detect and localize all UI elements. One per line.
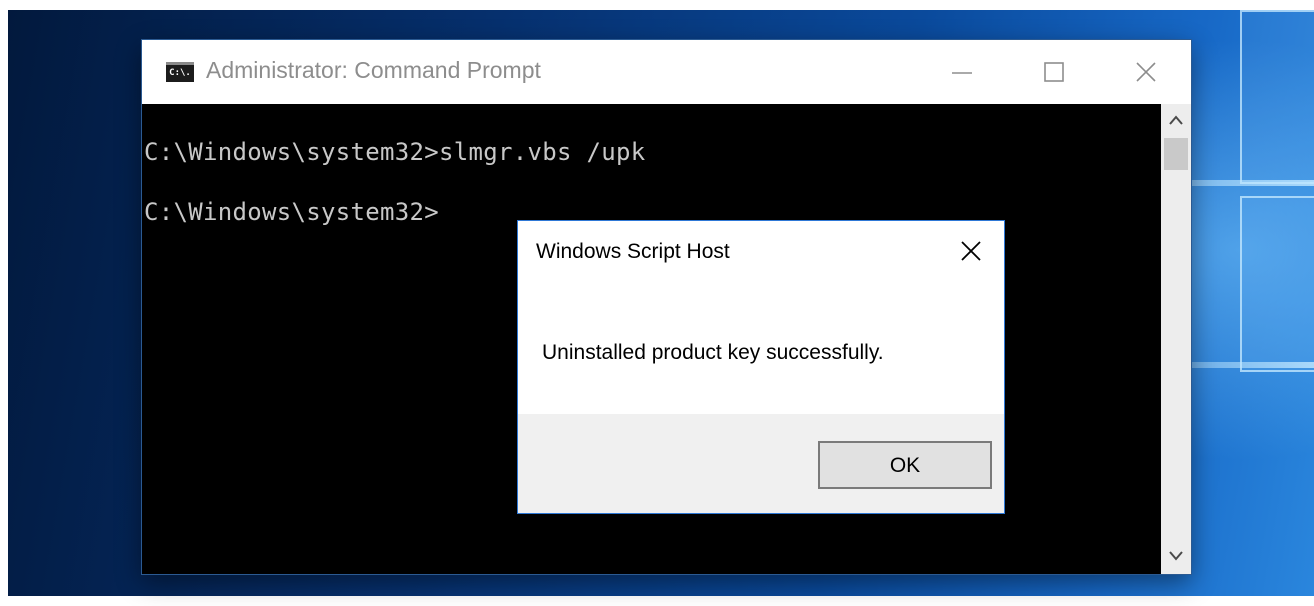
desktop: C:\. Administrator: Command Prompt C:\Wi… [0,0,1314,606]
ok-button[interactable]: OK [818,441,992,489]
dialog-title: Windows Script Host [536,240,730,263]
dialog-button-area: OK [518,414,1004,513]
console-prompt-line: C:\Windows\system32> [144,198,439,226]
console-line: C:\Windows\system32>slmgr.vbs /upk [144,138,646,166]
minimize-icon [952,72,972,74]
minimize-button[interactable] [932,50,992,94]
cmd-title-bar[interactable]: C:\. Administrator: Command Prompt [142,40,1191,104]
dialog-message: Uninstalled product key successfully. [542,341,884,364]
close-icon [961,241,981,261]
message-dialog[interactable]: Windows Script Host Uninstalled product … [517,220,1005,514]
scroll-thumb[interactable] [1164,138,1188,170]
scroll-down-button[interactable] [1161,548,1191,572]
vertical-scrollbar[interactable] [1161,104,1191,574]
window-title: Administrator: Command Prompt [206,57,541,83]
close-icon [1136,62,1156,82]
dialog-close-button[interactable] [946,229,996,273]
cmd-app-icon: C:\. [166,62,194,82]
scroll-up-button[interactable] [1161,112,1191,136]
chevron-down-icon [1169,551,1183,561]
maximize-icon [1044,62,1064,82]
close-button[interactable] [1116,50,1176,94]
chevron-up-icon [1169,115,1183,125]
maximize-button[interactable] [1024,50,1084,94]
